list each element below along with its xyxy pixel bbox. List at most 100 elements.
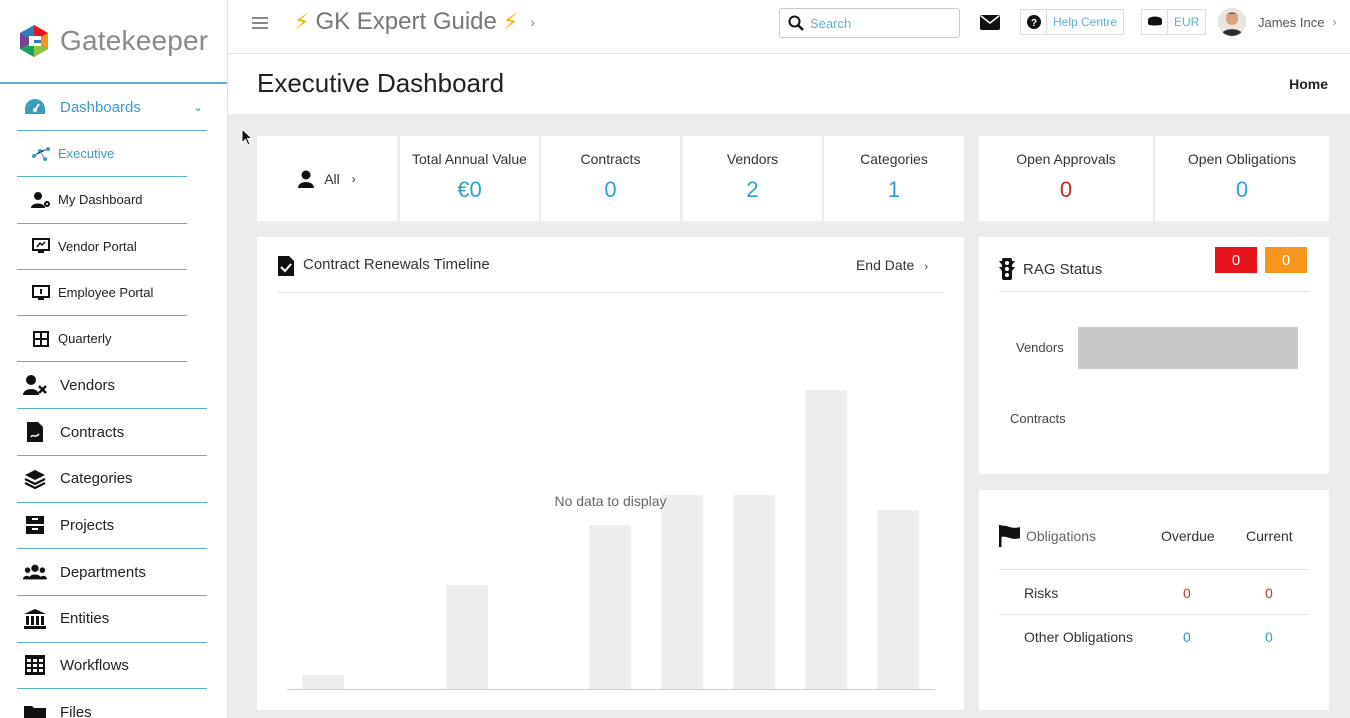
obligation-row-other[interactable]: Other Obligations 0 0 bbox=[999, 614, 1309, 657]
sidebar-item-entities[interactable]: Entities bbox=[17, 596, 207, 643]
card-title: Obligations bbox=[1026, 528, 1097, 544]
document-check-icon bbox=[278, 256, 294, 276]
sidebar-subitem-executive[interactable]: Executive bbox=[17, 131, 187, 178]
sidebar-item-contracts[interactable]: Contracts bbox=[17, 409, 207, 456]
mail-icon[interactable] bbox=[980, 15, 1000, 30]
sidebar-nav: Dashboards ⌄ Executive My Dashboard Vend… bbox=[0, 84, 227, 718]
stat-open-approvals[interactable]: Open Approvals 0 bbox=[979, 136, 1153, 221]
placeholder-bar bbox=[589, 525, 631, 689]
monitor-icon bbox=[31, 236, 51, 256]
card-title: RAG Status bbox=[1023, 260, 1103, 278]
monitor-icon bbox=[31, 283, 51, 303]
sidebar-item-label: Entities bbox=[60, 610, 110, 628]
flag-icon bbox=[999, 525, 1020, 547]
stat-label: Open Obligations bbox=[1187, 151, 1297, 167]
bank-icon bbox=[23, 607, 47, 631]
search-input[interactable] bbox=[810, 15, 950, 31]
page-header: Executive Dashboard Home bbox=[228, 54, 1350, 114]
sidebar-subitem-vendor-portal[interactable]: Vendor Portal bbox=[17, 224, 187, 270]
lightning-icon: ⚡ bbox=[502, 9, 519, 34]
user-name: James Ince bbox=[1258, 14, 1325, 30]
sidebar-item-workflows[interactable]: Workflows bbox=[17, 643, 207, 690]
rag-row-label: Contracts bbox=[1010, 411, 1066, 426]
folder-icon bbox=[23, 701, 47, 718]
current-value[interactable]: 0 bbox=[1265, 629, 1273, 645]
filter-label: All bbox=[324, 170, 340, 187]
sidebar-item-label: Departments bbox=[60, 563, 146, 581]
sidebar-item-departments[interactable]: Departments bbox=[17, 549, 207, 596]
currency-selector[interactable]: EUR bbox=[1141, 9, 1207, 35]
lightning-icon: ⚡ bbox=[294, 9, 310, 34]
avatar bbox=[1218, 8, 1246, 36]
sidebar-subitem-label: Vendor Portal bbox=[58, 238, 137, 254]
sidebar-item-vendors[interactable]: Vendors bbox=[17, 362, 207, 410]
sidebar-item-label: Contracts bbox=[60, 423, 125, 441]
stat-value: 2 bbox=[746, 177, 759, 202]
help-centre-label: Help Centre bbox=[1053, 15, 1118, 29]
placeholder-bar bbox=[661, 495, 703, 689]
chevron-right-icon: › bbox=[351, 171, 356, 186]
sidebar-subitem-label: Executive bbox=[58, 146, 115, 162]
sidebar-item-label: Dashboards bbox=[60, 98, 141, 116]
sidebar-subitem-quarterly[interactable]: Quarterly bbox=[17, 316, 187, 363]
layers-icon bbox=[23, 467, 47, 491]
user-menu[interactable]: James Ince › bbox=[1218, 8, 1336, 36]
sort-label: End Date bbox=[855, 257, 915, 273]
stat-contracts[interactable]: Contracts 0 bbox=[541, 136, 680, 221]
question-icon: ? bbox=[1021, 10, 1047, 34]
rag-row-label: Vendors bbox=[1016, 340, 1064, 355]
sidebar-item-categories[interactable]: Categories bbox=[17, 456, 207, 503]
mouse-cursor-icon bbox=[241, 128, 253, 146]
help-centre-button[interactable]: ? Help Centre bbox=[1020, 9, 1125, 35]
grid-icon bbox=[31, 329, 51, 349]
stat-categories[interactable]: Categories 1 bbox=[824, 136, 964, 221]
placeholder-bar bbox=[302, 675, 344, 689]
sidebar-subitem-employee-portal[interactable]: Employee Portal bbox=[17, 270, 187, 317]
card-title: Contract Renewals Timeline bbox=[303, 256, 490, 273]
rag-red-badge[interactable]: 0 bbox=[1215, 247, 1257, 273]
stat-label: Open Approvals bbox=[1016, 151, 1116, 167]
card-header: RAG Status 0 0 bbox=[999, 247, 1309, 292]
brand[interactable]: Gatekeeper bbox=[0, 0, 227, 84]
current-value[interactable]: 0 bbox=[1265, 585, 1273, 601]
search-box[interactable] bbox=[779, 8, 960, 38]
row-label: Other Obligations bbox=[1024, 629, 1133, 645]
owner-filter[interactable]: All › bbox=[257, 136, 397, 221]
rag-vendors-bar[interactable] bbox=[1078, 327, 1298, 369]
hamburger-menu-icon[interactable] bbox=[252, 17, 268, 29]
sidebar-item-label: Categories bbox=[60, 470, 133, 488]
stat-open-obligations[interactable]: Open Obligations 0 bbox=[1155, 136, 1329, 221]
sidebar-subitem-label: Quarterly bbox=[58, 331, 112, 347]
chevron-right-icon: › bbox=[530, 14, 535, 30]
sidebar-item-label: Workflows bbox=[60, 656, 129, 674]
stat-value: 1 bbox=[887, 177, 901, 202]
obligations-card: Obligations Overdue Current Risks 0 0 Ot… bbox=[979, 490, 1329, 710]
col-overdue: Overdue bbox=[1161, 528, 1215, 544]
overdue-value[interactable]: 0 bbox=[1183, 629, 1191, 645]
stat-value: 0 bbox=[604, 177, 617, 202]
placeholder-bar bbox=[877, 510, 919, 689]
sidebar-item-label: Files bbox=[60, 704, 92, 718]
guide-title: GK Expert Guide bbox=[315, 8, 497, 35]
card-header: Contract Renewals Timeline End Date › bbox=[277, 255, 944, 293]
card-header: Obligations Overdue Current bbox=[999, 520, 1309, 570]
rag-amber-badge[interactable]: 0 bbox=[1265, 247, 1307, 273]
stat-vendors[interactable]: Vendors 2 bbox=[683, 136, 822, 221]
stat-total-annual-value[interactable]: Total Annual Value €0 bbox=[400, 136, 539, 221]
overdue-value[interactable]: 0 bbox=[1183, 585, 1191, 601]
sidebar-item-dashboards[interactable]: Dashboards ⌄ bbox=[17, 84, 207, 131]
currency-label: EUR bbox=[1174, 15, 1200, 29]
sidebar-item-label: Projects bbox=[60, 516, 115, 534]
expert-guide-link[interactable]: ⚡ GK Expert Guide ⚡ › bbox=[288, 8, 535, 36]
sidebar-item-projects[interactable]: Projects bbox=[17, 503, 207, 550]
obligation-row-risks[interactable]: Risks 0 0 bbox=[999, 571, 1309, 614]
breadcrumb-home[interactable]: Home bbox=[1289, 76, 1328, 92]
coins-icon bbox=[1142, 10, 1168, 34]
rag-status-card: RAG Status 0 0 Vendors Contracts bbox=[979, 237, 1329, 474]
page-title: Executive Dashboard bbox=[257, 68, 505, 98]
user-gear-icon bbox=[31, 190, 51, 210]
end-date-sort[interactable]: End Date › bbox=[856, 257, 928, 273]
placeholder-bar bbox=[446, 585, 488, 689]
sidebar-subitem-my-dashboard[interactable]: My Dashboard bbox=[17, 177, 187, 224]
sidebar-item-files[interactable]: Files bbox=[17, 689, 207, 718]
